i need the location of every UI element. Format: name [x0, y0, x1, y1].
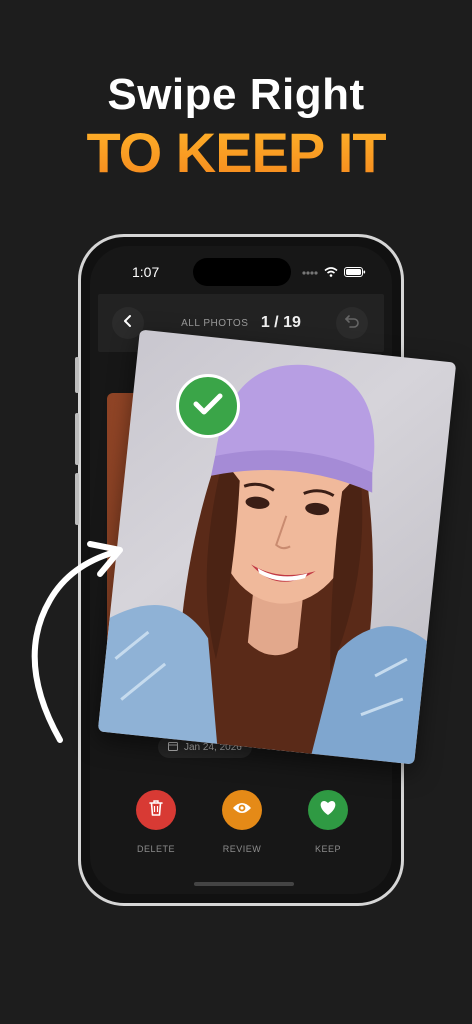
delete-action[interactable]: DELETE — [126, 790, 186, 854]
phone-mute-button — [75, 357, 79, 393]
current-photo-card[interactable] — [97, 329, 457, 765]
keep-label: KEEP — [314, 844, 341, 854]
phone-volume-down-button — [75, 473, 79, 525]
status-time: 1:07 — [132, 264, 160, 280]
phone-volume-up-button — [75, 413, 79, 465]
photo-count: 1 / 19 — [260, 314, 301, 331]
album-label: ALL PHOTOS — [181, 317, 249, 329]
checkmark-icon — [192, 391, 224, 422]
dynamic-island — [193, 258, 291, 286]
delete-label: DELETE — [136, 844, 175, 854]
eye-icon — [232, 801, 252, 820]
signal-icon — [302, 264, 318, 282]
undo-button[interactable] — [336, 307, 368, 339]
keep-action[interactable]: KEEP — [298, 790, 358, 854]
heart-icon — [319, 800, 337, 821]
subheadline: TO KEEP IT — [0, 120, 472, 185]
battery-icon — [344, 264, 366, 282]
swipe-arrow-icon — [31, 541, 123, 743]
delete-button[interactable] — [136, 790, 176, 830]
review-action[interactable]: REVIEW — [212, 790, 272, 854]
trash-icon — [148, 799, 164, 822]
calendar-icon — [168, 741, 178, 754]
keep-check-badge — [176, 374, 240, 438]
wifi-icon — [324, 264, 338, 282]
status-icons — [302, 264, 366, 282]
review-button[interactable] — [222, 790, 262, 830]
home-indicator — [194, 882, 294, 886]
review-label: REVIEW — [222, 844, 262, 854]
portrait-illustration — [97, 364, 427, 765]
keep-button[interactable] — [308, 790, 348, 830]
headline: Swipe Right — [107, 70, 365, 119]
undo-icon — [344, 314, 360, 333]
